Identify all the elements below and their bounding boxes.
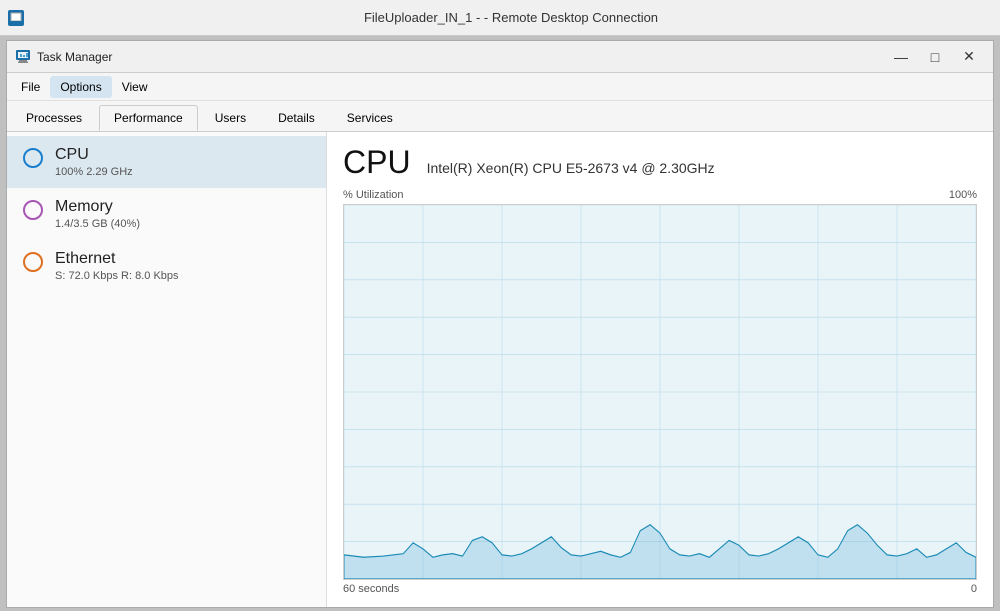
- cpu-header: CPU Intel(R) Xeon(R) CPU E5-2673 v4 @ 2.…: [343, 144, 977, 181]
- menu-options[interactable]: Options: [50, 76, 111, 98]
- sidebar-item-memory[interactable]: Memory 1.4/3.5 GB (40%): [7, 188, 326, 240]
- cpu-panel-title: CPU: [343, 144, 411, 181]
- tab-services[interactable]: Services: [332, 105, 408, 131]
- tab-performance[interactable]: Performance: [99, 105, 198, 131]
- cpu-detail: 100% 2.29 GHz: [55, 166, 133, 178]
- rdp-title: FileUploader_IN_1 - - Remote Desktop Con…: [30, 10, 992, 25]
- ethernet-icon: [23, 252, 43, 272]
- x-right-label: 0: [971, 583, 977, 595]
- tab-details[interactable]: Details: [263, 105, 330, 131]
- menu-bar: File Options View: [7, 73, 993, 101]
- tabs-bar: Processes Performance Users Details Serv…: [7, 101, 993, 132]
- tab-users[interactable]: Users: [200, 105, 261, 131]
- sidebar-item-ethernet[interactable]: Ethernet S: 72.0 Kbps R: 8.0 Kbps: [7, 240, 326, 292]
- rdp-icon: [8, 10, 24, 26]
- minimize-button[interactable]: —: [885, 47, 917, 67]
- rdp-titlebar: FileUploader_IN_1 - - Remote Desktop Con…: [0, 0, 1000, 36]
- menu-file[interactable]: File: [11, 76, 50, 98]
- cpu-model: Intel(R) Xeon(R) CPU E5-2673 v4 @ 2.30GH…: [427, 160, 715, 176]
- menu-view[interactable]: View: [112, 76, 158, 98]
- memory-label: Memory: [55, 198, 140, 216]
- window-controls: — □ ✕: [885, 47, 985, 67]
- cpu-label: CPU: [55, 146, 133, 164]
- y-max-label: 100%: [949, 189, 977, 201]
- memory-detail: 1.4/3.5 GB (40%): [55, 218, 140, 230]
- cpu-panel: CPU Intel(R) Xeon(R) CPU E5-2673 v4 @ 2.…: [327, 132, 993, 607]
- chart-wrapper: % Utilization 100%: [343, 189, 977, 595]
- memory-icon: [23, 200, 43, 220]
- ethernet-detail: S: 72.0 Kbps R: 8.0 Kbps: [55, 270, 179, 282]
- tm-icon: [15, 49, 31, 65]
- tab-processes[interactable]: Processes: [11, 105, 97, 131]
- task-manager-window: Task Manager — □ ✕ File Options View Pro…: [6, 40, 994, 608]
- maximize-button[interactable]: □: [919, 47, 951, 67]
- chart-top-labels: % Utilization 100%: [343, 189, 977, 201]
- x-left-label: 60 seconds: [343, 583, 399, 595]
- cpu-icon: [23, 148, 43, 168]
- tm-titlebar: Task Manager — □ ✕: [7, 41, 993, 73]
- tm-title: Task Manager: [37, 50, 879, 64]
- sidebar: CPU 100% 2.29 GHz Memory 1.4/3.5 GB (40%…: [7, 132, 327, 607]
- main-content: CPU 100% 2.29 GHz Memory 1.4/3.5 GB (40%…: [7, 132, 993, 607]
- close-button[interactable]: ✕: [953, 47, 985, 67]
- cpu-chart: [343, 204, 977, 580]
- ethernet-label: Ethernet: [55, 250, 179, 268]
- sidebar-item-cpu[interactable]: CPU 100% 2.29 GHz: [7, 136, 326, 188]
- chart-bottom-labels: 60 seconds 0: [343, 583, 977, 595]
- y-axis-label: % Utilization: [343, 189, 404, 201]
